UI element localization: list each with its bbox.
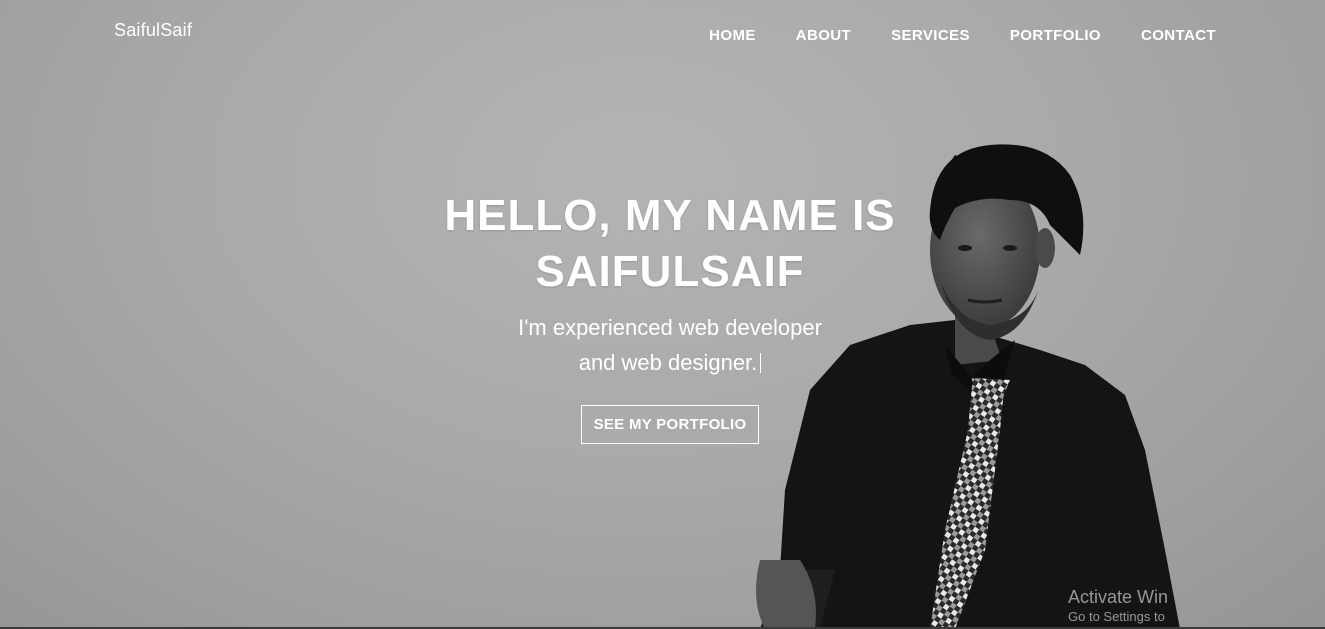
main-nav: HOME ABOUT SERVICES PORTFOLIO CONTACT [709,27,1216,44]
hero-content: HELLO, MY NAME IS SAIFULSAIF I'm experie… [320,188,1020,444]
watermark-subtitle: Go to Settings to [1068,609,1165,624]
typing-cursor [760,353,762,373]
hero-section: SaifulSaif HOME ABOUT SERVICES PORTFOLIO… [0,0,1325,629]
nav-link-contact[interactable]: CONTACT [1141,27,1216,44]
hero-subtitle-line2: and web designer. [578,350,758,375]
brand-logo-link[interactable]: SaifulSaif [114,20,192,41]
see-portfolio-button[interactable]: SEE MY PORTFOLIO [580,405,760,444]
nav-item-services: SERVICES [851,27,970,44]
nav-link-home[interactable]: HOME [709,27,756,44]
nav-item-about: ABOUT [756,27,851,44]
nav-item-home: HOME [709,27,756,44]
activation-watermark: Activate Win Go to Settings to [1068,586,1168,626]
nav-link-services[interactable]: SERVICES [891,27,970,44]
hero-subtitle-line1: I'm experienced web developer [518,315,822,340]
watermark-title: Activate Win [1068,587,1169,607]
hero-subtitle: I'm experienced web developer and web de… [320,310,1020,380]
nav-item-portfolio: PORTFOLIO [970,27,1101,44]
nav-link-about[interactable]: ABOUT [796,27,851,44]
nav-link-portfolio[interactable]: PORTFOLIO [1010,27,1101,44]
hero-title: HELLO, MY NAME IS SAIFULSAIF [444,191,896,296]
nav-item-contact: CONTACT [1101,27,1216,44]
